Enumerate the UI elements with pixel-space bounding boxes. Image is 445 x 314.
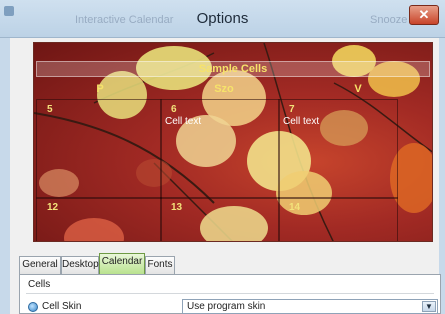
cell-skin-icon [28,302,38,312]
calendar-cell: 14 [278,197,398,241]
window-border-left [0,38,10,314]
cell-skin-label: Cell Skin [42,301,82,312]
cell-skin-value: Use program skin [187,301,266,312]
sample-cells-header: Sample Cells [36,61,430,77]
calendar-cell: 6 Cell text [160,99,280,199]
cell-day-number: 7 [289,104,295,115]
cell-day-number: 14 [289,202,301,213]
calendar-cell: 12 [36,197,162,241]
cell-text: Cell text [283,116,320,127]
calendar-cell: 5 [36,99,162,199]
tab-calendar[interactable]: Calendar [99,253,145,274]
day-header-fri: P [96,83,104,95]
title-bar: Interactive Calendar Options Snooze ✕ [0,0,445,38]
calendar-cell: 13 [160,197,280,241]
cell-skin-select[interactable]: Use program skin ▼ [182,299,438,314]
sample-calendar-grid: Sample Cells P Szo V 5 6 Cell text 7 Cel… [34,43,432,241]
background-window-text: Snooze [370,14,408,26]
group-divider [26,293,434,294]
chevron-down-icon[interactable]: ▼ [422,301,436,312]
tab-fonts[interactable]: Fonts [145,256,175,274]
cell-day-number: 12 [47,202,59,213]
sample-cells-preview: Sample Cells P Szo V 5 6 Cell text 7 Cel… [33,42,433,242]
cells-group-title: Cells [28,279,51,290]
tab-general[interactable]: General [19,256,61,274]
cell-text: Cell text [165,116,202,127]
day-header-sat: Szo [214,83,234,95]
calendar-cell: 7 Cell text [278,99,398,199]
cell-day-number: 5 [47,104,53,115]
day-header-sun: V [354,83,362,95]
close-button[interactable]: ✕ [409,5,439,25]
window-border-right [439,38,445,314]
calendar-settings-panel: Cells Cell Skin Use program skin ▼ [19,274,441,314]
cell-day-number: 13 [171,202,183,213]
cell-day-number: 6 [171,104,177,115]
tab-desktop[interactable]: Desktop [61,256,99,274]
